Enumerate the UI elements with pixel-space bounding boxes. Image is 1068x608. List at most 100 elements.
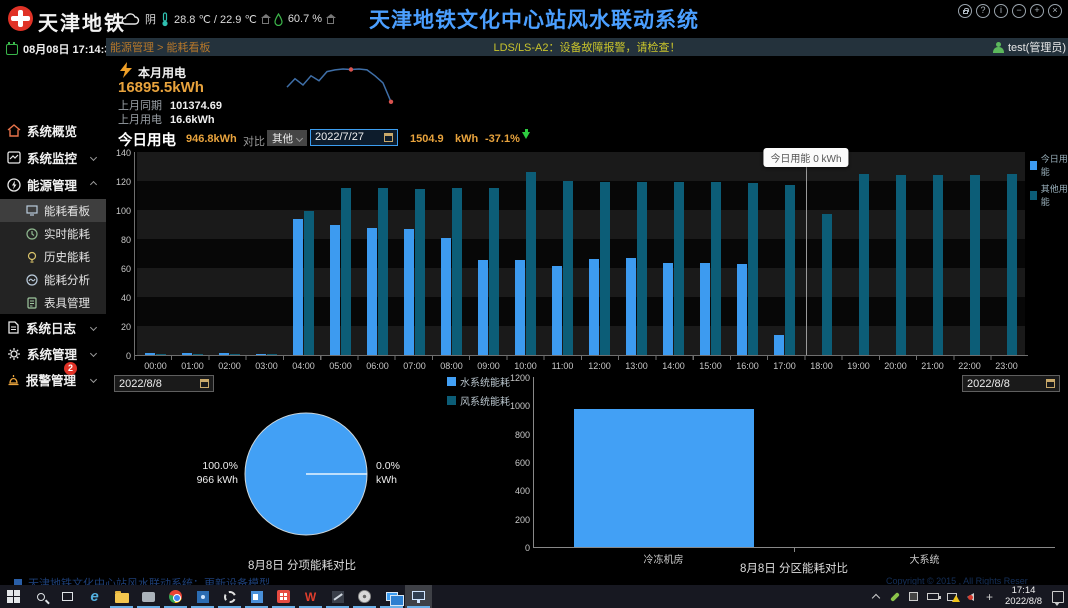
bar-group-11:00[interactable] <box>544 152 581 355</box>
bar[interactable] <box>478 260 488 355</box>
tray-green-tool-icon[interactable] <box>888 590 901 604</box>
bar[interactable] <box>896 175 906 355</box>
bar[interactable] <box>1007 174 1017 355</box>
bar[interactable] <box>700 263 710 355</box>
dark-app-icon[interactable] <box>324 585 351 608</box>
bar-group-12:00[interactable] <box>581 152 618 355</box>
taskbar-clock[interactable]: 17:14 2022/8/8 <box>1002 586 1045 607</box>
bar-group-01:00[interactable] <box>174 152 211 355</box>
legend-item-today[interactable]: 今日用能 <box>1030 152 1068 178</box>
bar[interactable] <box>711 182 721 355</box>
compare-select[interactable]: 其他 <box>267 130 307 146</box>
sidebar-item-realtime-energy[interactable]: 实时能耗 <box>0 222 106 245</box>
ie-browser-icon[interactable]: e <box>81 585 108 608</box>
bar[interactable] <box>637 182 647 355</box>
zone-bar[interactable] <box>574 409 754 547</box>
sidebar-item-overview[interactable]: 系统概览 <box>0 117 106 144</box>
tray-pen-icon[interactable]: + <box>983 590 996 604</box>
file-explorer-icon[interactable] <box>108 585 135 608</box>
task-view-icon[interactable] <box>54 585 81 608</box>
main-chart-plot[interactable] <box>137 152 1025 355</box>
bar-group-17:00[interactable] <box>766 152 803 355</box>
bar-group-21:00[interactable] <box>914 152 951 355</box>
red-app-icon[interactable] <box>270 585 297 608</box>
legend-item-other[interactable]: 其他用能 <box>1030 182 1068 208</box>
sidebar-item-energy-analysis[interactable]: 能耗分析 <box>0 268 106 291</box>
bar[interactable] <box>378 188 388 355</box>
sidebar-item-system-log[interactable]: 系统日志 <box>0 314 106 341</box>
maximize-icon[interactable]: + <box>1030 4 1044 18</box>
bar[interactable] <box>626 258 636 355</box>
bar[interactable] <box>737 264 747 355</box>
chrome-icon[interactable] <box>162 585 189 608</box>
sidebar-item-history-energy[interactable]: 历史能耗 <box>0 245 106 268</box>
bar[interactable] <box>674 182 684 355</box>
bar[interactable] <box>748 183 758 355</box>
bar-group-02:00[interactable] <box>211 152 248 355</box>
bar[interactable] <box>330 225 340 355</box>
network-pc-icon[interactable] <box>378 585 405 608</box>
bar-group-22:00[interactable] <box>951 152 988 355</box>
sidebar-item-system-management[interactable]: 系统管理 <box>0 340 106 367</box>
pie-date-input[interactable]: 2022/8/8 <box>114 375 214 392</box>
bar-group-05:00[interactable] <box>322 152 359 355</box>
bar[interactable] <box>367 228 377 355</box>
bar-group-19:00[interactable] <box>840 152 877 355</box>
bar[interactable] <box>415 189 425 355</box>
lock-icon[interactable] <box>958 4 972 18</box>
bar[interactable] <box>452 188 462 355</box>
bar[interactable] <box>859 174 869 355</box>
tray-network-warning-icon[interactable] <box>945 590 958 604</box>
zone-chart-plot[interactable] <box>533 377 1055 547</box>
bar[interactable] <box>600 182 610 355</box>
active-monitor-app-icon[interactable] <box>405 585 432 608</box>
bar-group-23:00[interactable] <box>988 152 1025 355</box>
user-account[interactable]: test(管理员) <box>993 39 1066 55</box>
zone-date-input[interactable]: 2022/8/8 <box>962 375 1060 392</box>
photos-app-icon[interactable] <box>189 585 216 608</box>
bar-group-07:00[interactable] <box>396 152 433 355</box>
bar[interactable] <box>663 263 673 355</box>
close-icon[interactable]: × <box>1048 4 1062 18</box>
zone-bar-group-大系统[interactable] <box>794 377 1055 547</box>
bar[interactable] <box>774 335 784 355</box>
bar[interactable] <box>933 175 943 355</box>
bar[interactable] <box>589 259 599 355</box>
bar-group-00:00[interactable] <box>137 152 174 355</box>
minimize-icon[interactable]: − <box>1012 4 1026 18</box>
info-icon[interactable]: i <box>994 4 1008 18</box>
bar-group-06:00[interactable] <box>359 152 396 355</box>
start-button[interactable] <box>0 585 27 608</box>
tray-battery-icon[interactable] <box>926 590 939 604</box>
bar-group-08:00[interactable] <box>433 152 470 355</box>
bar-group-18:00[interactable] <box>803 152 840 355</box>
blue-window-app-icon[interactable] <box>243 585 270 608</box>
bar[interactable] <box>304 211 314 355</box>
search-icon[interactable] <box>27 585 54 608</box>
pie-chart[interactable] <box>240 408 372 540</box>
sidebar-item-energy-dashboard[interactable]: 能耗看板 <box>0 199 106 222</box>
bar[interactable] <box>970 175 980 355</box>
zone-bar-group-冷冻机房[interactable] <box>533 377 794 547</box>
bar[interactable] <box>489 188 499 355</box>
tray-chevron-up-icon[interactable] <box>869 590 882 604</box>
action-center-icon[interactable] <box>1051 590 1064 604</box>
bar-group-04:00[interactable] <box>285 152 322 355</box>
tray-volume-muted-icon[interactable] <box>964 590 977 604</box>
bar[interactable] <box>404 229 414 355</box>
wps-icon[interactable]: W <box>297 585 324 608</box>
bar[interactable] <box>563 181 573 355</box>
bar-group-16:00[interactable] <box>729 152 766 355</box>
help-icon[interactable]: ? <box>976 4 990 18</box>
sidebar-item-meter-management[interactable]: 表具管理 <box>0 291 106 314</box>
dvd-app-icon[interactable] <box>351 585 378 608</box>
bar[interactable] <box>293 219 303 355</box>
sidebar-item-monitoring[interactable]: 系统监控 <box>0 144 106 171</box>
sidebar-item-energy[interactable]: 能源管理 <box>0 171 106 198</box>
bar[interactable] <box>552 266 562 355</box>
bar-group-15:00[interactable] <box>692 152 729 355</box>
tray-device-icon[interactable] <box>907 590 920 604</box>
main-chart-legend[interactable]: 今日用能 其他用能 <box>1030 152 1068 212</box>
bar-group-03:00[interactable] <box>248 152 285 355</box>
sidebar-item-alarm-management[interactable]: 报警管理 2 <box>0 366 106 393</box>
